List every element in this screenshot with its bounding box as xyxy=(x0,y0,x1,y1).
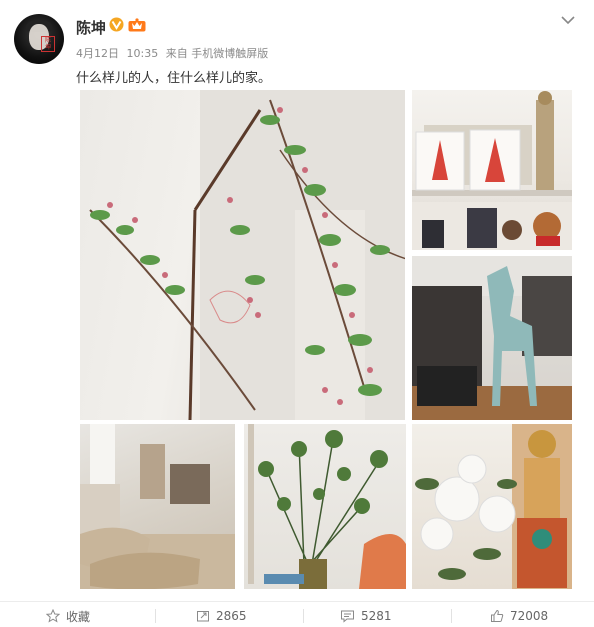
member-crown-icon[interactable] xyxy=(128,18,146,32)
photo-6[interactable] xyxy=(412,424,572,589)
photo-6-illustration xyxy=(415,424,572,589)
photo-3[interactable] xyxy=(412,256,572,420)
chevron-down-icon[interactable] xyxy=(560,14,576,26)
star-icon xyxy=(46,609,60,623)
comment-icon xyxy=(341,610,354,623)
photo-2-illustration xyxy=(412,91,572,250)
photo-3-illustration xyxy=(412,256,572,420)
post-source-prefix: 来自 xyxy=(165,47,188,60)
avatar-seal-stamp: 陈坤 xyxy=(41,36,55,52)
post-time[interactable]: 10:35 xyxy=(127,47,159,60)
favorite-label: 收藏 xyxy=(66,609,91,624)
post-meta: 4月12日 10:35 来自 手机微博触屏版 xyxy=(76,45,272,61)
like-button[interactable]: 72008 xyxy=(490,606,548,626)
comment-count: 5281 xyxy=(361,609,392,623)
action-separator xyxy=(451,609,452,623)
repost-count: 2865 xyxy=(216,609,247,623)
like-count: 72008 xyxy=(510,609,549,623)
thumbs-up-icon xyxy=(491,609,504,622)
photo-1-illustration xyxy=(89,90,405,420)
repost-button[interactable]: 2865 xyxy=(196,606,247,626)
photo-4[interactable] xyxy=(80,424,235,589)
action-bar-divider xyxy=(0,601,594,602)
photo-5-illustration xyxy=(248,424,406,589)
avatar[interactable]: 陈坤 xyxy=(14,14,64,64)
author-name[interactable]: 陈坤 xyxy=(76,17,106,38)
action-separator xyxy=(303,609,304,623)
photo-5[interactable] xyxy=(244,424,406,589)
post-source[interactable]: 手机微博触屏版 xyxy=(191,47,268,60)
favorite-button[interactable]: 收藏 xyxy=(46,606,90,626)
repost-icon xyxy=(197,611,209,622)
verified-v-icon xyxy=(109,17,124,32)
comment-button[interactable]: 5281 xyxy=(340,606,392,626)
photo-4-illustration xyxy=(80,424,235,589)
post-text: 什么样儿的人，住什么样儿的家。 xyxy=(76,71,272,86)
post-date[interactable]: 4月12日 xyxy=(76,47,119,60)
photo-2[interactable] xyxy=(412,90,572,250)
photo-1[interactable] xyxy=(80,90,405,420)
action-separator xyxy=(155,609,156,623)
